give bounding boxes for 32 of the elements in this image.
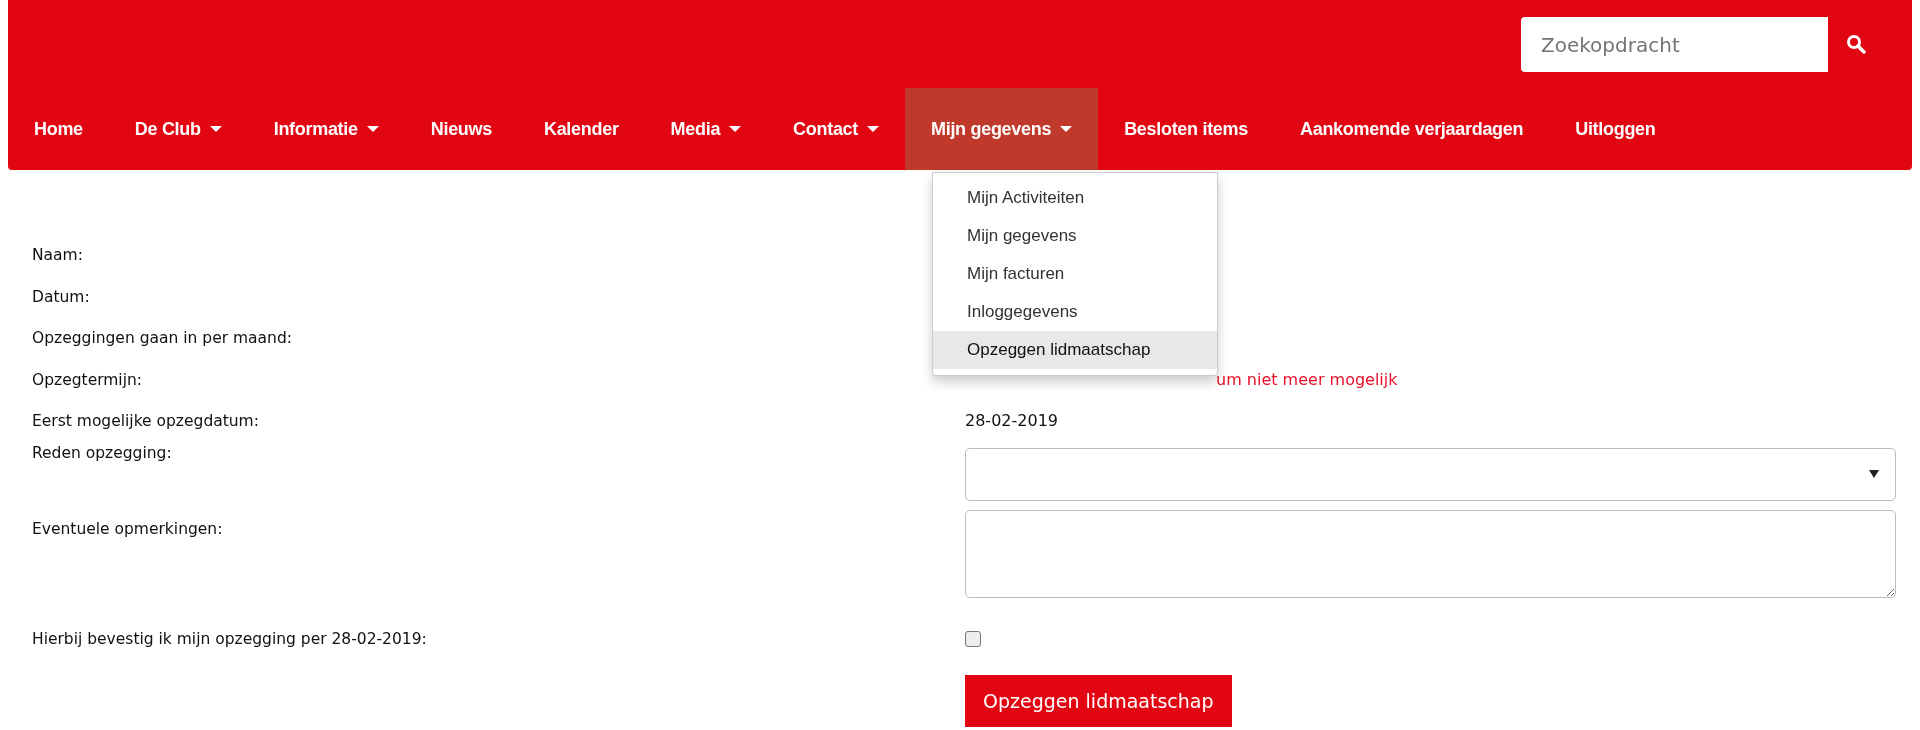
warning-text: um niet meer mogelijk	[1216, 368, 1398, 391]
nav-link[interactable]: Besloten items	[1098, 88, 1274, 170]
field-label: Eventuele opmerkingen:	[32, 518, 224, 540]
nav-link[interactable]: Informatie	[247, 88, 405, 170]
menu-item[interactable]: Mijn Activiteiten	[933, 179, 1217, 217]
nav-link[interactable]: Contact	[767, 88, 905, 170]
field-label: Naam:	[32, 245, 84, 266]
nav-link[interactable]: Uitloggen	[1549, 88, 1682, 170]
nav-link[interactable]: Aankomende verjaardagen	[1274, 88, 1550, 170]
caret-icon	[1869, 470, 1879, 478]
menu-item[interactable]: Mijn gegevens	[933, 217, 1217, 255]
menu-item[interactable]: Inloggegevens	[933, 293, 1217, 331]
checkbox[interactable]	[965, 630, 981, 647]
field-value: 28-02-2019	[965, 410, 1058, 432]
nav-link[interactable]: Kalender	[517, 88, 645, 170]
nav-link[interactable]: Media	[644, 88, 768, 170]
search-icon[interactable]	[1846, 34, 1866, 54]
nav-link[interactable]: Mijn gegevens	[905, 88, 1099, 170]
search-field[interactable]: Zoekopdracht	[1521, 17, 1828, 72]
field-label: Opzeggingen gaan in per maand:	[32, 328, 293, 349]
field-label: Eerst mogelijke opzegdatum:	[32, 411, 260, 432]
nav-link[interactable]: De Club	[108, 88, 248, 170]
nav-link[interactable]: Nieuws	[404, 88, 518, 170]
field-label: Reden opzegging:	[32, 442, 173, 464]
field-label: Datum:	[32, 286, 91, 308]
cancel-membership-button[interactable]: Opzeggen lidmaatschap	[965, 674, 1232, 727]
nav-link[interactable]: Home	[8, 88, 109, 170]
comments-field[interactable]	[965, 509, 1896, 598]
field-label: Hierbij bevestig ik mijn opzegging per 28-02-2019:	[32, 628, 428, 650]
menu-item[interactable]: Opzeggen lidmaatschap	[933, 331, 1217, 369]
menu-item[interactable]: Mijn facturen	[933, 255, 1217, 293]
field-label: Opzegtermijn:	[32, 369, 144, 391]
